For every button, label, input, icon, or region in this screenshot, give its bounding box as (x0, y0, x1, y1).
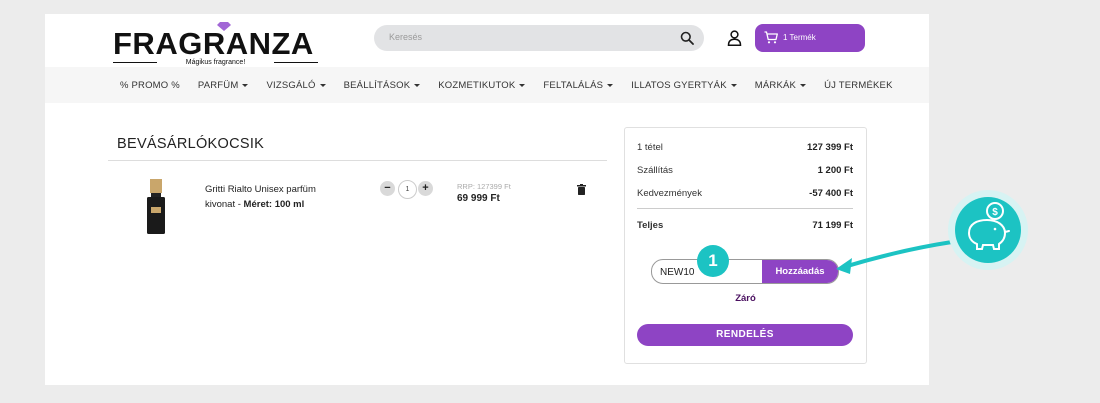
coupon-add-button[interactable]: Hozzáadás (762, 260, 838, 283)
product-image[interactable] (146, 179, 166, 234)
cart-icon (764, 31, 778, 44)
nav-item[interactable]: ÚJ TERMÉKEK (824, 80, 893, 91)
order-button[interactable]: RENDELÉS (637, 324, 853, 346)
product-price: 69 999 Ft (457, 193, 500, 204)
search-bar[interactable]: Keresés (374, 25, 704, 51)
chevron-down-icon (607, 84, 614, 87)
summary-label: Szállítás (637, 165, 673, 176)
logo-text: FRAGRANZA (113, 26, 314, 61)
site-logo[interactable]: FRAGRANZA Mágikus fragrance! (113, 22, 323, 67)
cart-title: BEVÁSÁRLÓKOCSIK (117, 136, 265, 152)
nav-item[interactable]: ILLATOS GYERTYÁK (631, 80, 737, 91)
chevron-down-icon (800, 84, 807, 87)
nav-item[interactable]: VIZSGÁLÓ (266, 80, 326, 91)
nav-item-label: ÚJ TERMÉKEK (824, 80, 893, 91)
quantity-decrease-button[interactable]: − (380, 181, 395, 196)
summary-row-shipping: Szállítás 1 200 Ft (637, 165, 853, 176)
nav-item-label: VIZSGÁLÓ (266, 80, 316, 91)
summary-divider (637, 208, 853, 209)
nav-item-label: MÁRKÁK (754, 80, 797, 91)
total-label: Teljes (637, 220, 664, 231)
product-rrp: RRP: 127399 Ft (457, 182, 511, 191)
chevron-down-icon (730, 84, 737, 87)
user-icon[interactable] (727, 30, 742, 46)
svg-text:$: $ (992, 207, 998, 218)
logo-rule-right (274, 62, 318, 63)
nav-item[interactable]: FELTALÁLÁS (543, 80, 614, 91)
cart-label: 1 Termék (783, 33, 816, 42)
nav-item-label: PARFÜM (197, 80, 239, 91)
piggy-bank-icon: $ (948, 190, 1028, 270)
summary-row-total: Teljes 71 199 Ft (637, 220, 853, 231)
trash-icon[interactable] (577, 184, 586, 195)
chevron-down-icon (519, 84, 526, 87)
nav-list: % PROMO % PARFÜM VIZSGÁLÓ BEÁLLÍTÁSOK KOZMET… (120, 80, 911, 91)
nav-item-label: ILLATOS GYERTYÁK (631, 80, 727, 91)
summary-row-items: 1 tétel 127 399 Ft (637, 142, 853, 153)
chevron-down-icon (319, 84, 326, 87)
nav-item[interactable]: KOZMETIKUTOK (438, 80, 526, 91)
search-icon[interactable] (680, 31, 694, 45)
summary-value: 127 399 Ft (807, 142, 853, 153)
page-container: FRAGRANZA Mágikus fragrance! Keresés 1 T… (45, 14, 929, 385)
nav-item-label: KOZMETIKUTOK (438, 80, 516, 91)
nav-item-label: % PROMO % (120, 80, 180, 91)
cart-button[interactable]: 1 Termék (755, 24, 865, 52)
arrow-icon (836, 240, 954, 274)
quantity-input[interactable]: 1 (398, 180, 417, 199)
summary-value: -57 400 Ft (809, 188, 853, 199)
quantity-increase-button[interactable]: + (418, 181, 433, 196)
nav-item-label: FELTALÁLÁS (543, 80, 604, 91)
nav-item[interactable]: PARFÜM (198, 80, 249, 91)
coupon-form: Hozzáadás (651, 259, 839, 284)
search-input[interactable]: Keresés (389, 32, 422, 42)
nav-item[interactable]: MÁRKÁK (754, 80, 807, 91)
chevron-down-icon (414, 84, 421, 87)
chevron-down-icon (242, 84, 249, 87)
quantity-stepper: − 1 + (380, 180, 435, 199)
product-size: Méret: 100 ml (243, 199, 305, 210)
main-nav: % PROMO % PARFÜM VIZSGÁLÓ BEÁLLÍTÁSOK KOZMET… (45, 67, 929, 103)
step-badge: 1 (697, 245, 729, 277)
nav-item[interactable]: % PROMO % (120, 80, 180, 91)
close-link[interactable]: Záró (625, 293, 866, 304)
summary-label: Kedvezmények (637, 188, 702, 199)
nav-item-label: BEÁLLÍTÁSOK (343, 80, 411, 91)
nav-item[interactable]: BEÁLLÍTÁSOK (344, 80, 421, 91)
summary-row-discounts: Kedvezmények -57 400 Ft (637, 188, 853, 199)
summary-label: 1 tétel (637, 142, 663, 153)
product-name[interactable]: Gritti Rialto Unisex parfüm kivonat - Mé… (205, 182, 335, 212)
summary-value: 1 200 Ft (817, 165, 853, 176)
cart-divider (108, 160, 607, 161)
total-value: 71 199 Ft (812, 220, 853, 231)
